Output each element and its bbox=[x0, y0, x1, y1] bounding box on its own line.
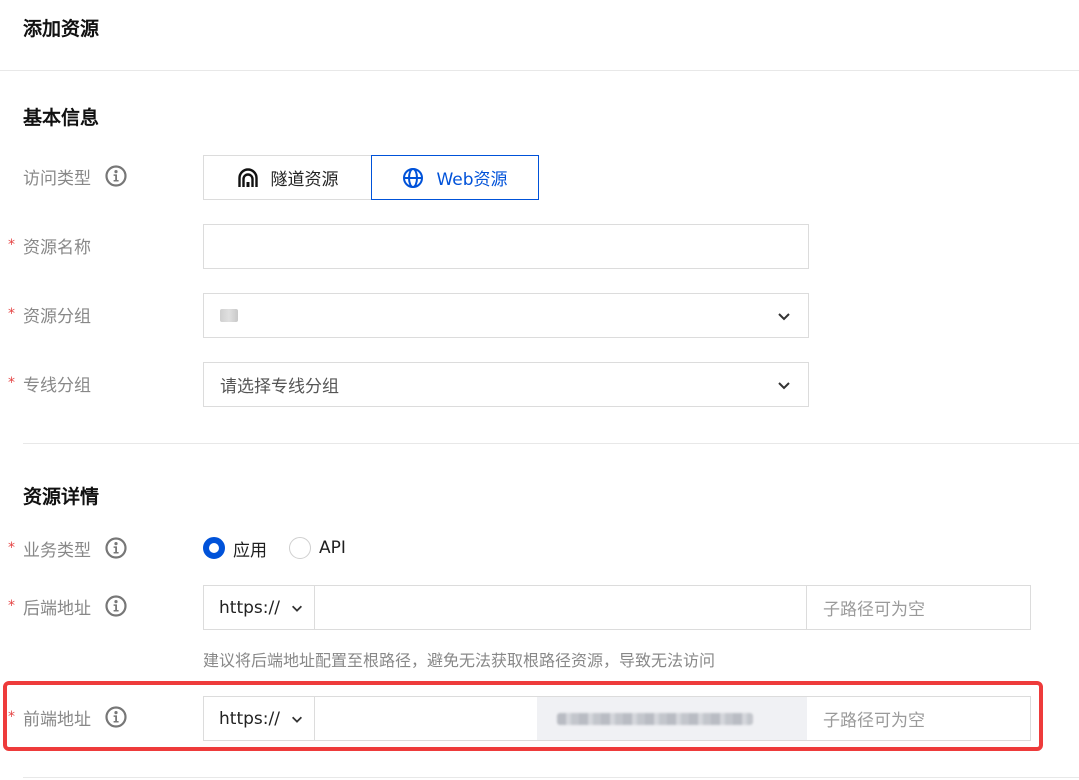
resource-name-input[interactable] bbox=[203, 224, 809, 269]
chevron-down-icon bbox=[778, 313, 790, 321]
info-icon[interactable] bbox=[105, 165, 127, 187]
business-type-app-radio[interactable]: 应用 bbox=[203, 536, 267, 561]
required-mark: * bbox=[8, 598, 15, 614]
frontend-protocol-select[interactable]: https:// bbox=[204, 697, 315, 740]
business-type-api-label: API bbox=[319, 538, 346, 558]
business-type-app-label: 应用 bbox=[233, 540, 267, 561]
required-mark: * bbox=[8, 306, 15, 322]
frontend-protocol-value: https:// bbox=[219, 708, 280, 729]
business-type-api-radio[interactable]: API bbox=[289, 537, 346, 559]
info-icon[interactable] bbox=[105, 706, 127, 728]
backend-hint: 建议将后端地址配置至根路径，避免无法获取根路径资源，导致无法访问 bbox=[203, 651, 716, 670]
line-group-label: 专线分组 bbox=[23, 375, 91, 396]
chevron-down-icon bbox=[291, 716, 302, 723]
required-mark: * bbox=[8, 237, 15, 253]
section-divider bbox=[23, 777, 1079, 778]
required-mark: * bbox=[8, 709, 15, 725]
business-type-label-row: * 业务类型 bbox=[8, 536, 127, 561]
backend-protocol-value: https:// bbox=[219, 597, 280, 618]
access-type-segmented: 隧道资源 Web资源 bbox=[203, 155, 539, 200]
info-icon[interactable] bbox=[105, 595, 127, 617]
radio-unchecked-icon bbox=[289, 537, 311, 559]
radio-checked-icon bbox=[203, 537, 225, 559]
access-type-label-row: 访问类型 bbox=[8, 164, 127, 189]
header-divider bbox=[0, 70, 1079, 71]
frontend-path-input[interactable]: 子路径可为空 bbox=[807, 697, 1030, 740]
section-title-details: 资源详情 bbox=[23, 486, 100, 508]
required-mark: * bbox=[8, 375, 15, 391]
backend-label-row: * 后端地址 bbox=[8, 594, 127, 619]
business-type-label: 业务类型 bbox=[23, 540, 91, 561]
frontend-label-row: * 前端地址 bbox=[8, 705, 127, 730]
globe-icon bbox=[403, 167, 424, 188]
redacted-value bbox=[220, 309, 238, 322]
line-group-select[interactable]: 请选择专线分组 bbox=[203, 362, 809, 407]
backend-address-group: https:// 子路径可为空 bbox=[203, 585, 1031, 630]
access-type-tunnel-button[interactable]: 隧道资源 bbox=[203, 155, 371, 200]
backend-label: 后端地址 bbox=[23, 598, 91, 619]
frontend-path-placeholder: 子路径可为空 bbox=[823, 711, 925, 731]
resource-group-label: 资源分组 bbox=[23, 306, 91, 327]
section-divider bbox=[23, 443, 1079, 444]
chevron-down-icon bbox=[291, 605, 302, 612]
chevron-down-icon bbox=[778, 382, 790, 390]
line-group-placeholder: 请选择专线分组 bbox=[220, 377, 339, 397]
access-type-web-label: Web资源 bbox=[436, 170, 508, 190]
access-type-web-button[interactable]: Web资源 bbox=[371, 155, 539, 200]
backend-path-placeholder: 子路径可为空 bbox=[823, 600, 925, 620]
business-type-radio-group: 应用 API bbox=[203, 536, 346, 561]
redacted-domain bbox=[557, 712, 753, 725]
resource-name-label: 资源名称 bbox=[23, 237, 91, 258]
backend-protocol-select[interactable]: https:// bbox=[204, 586, 315, 629]
frontend-host-suffix bbox=[537, 697, 807, 740]
frontend-label: 前端地址 bbox=[23, 709, 91, 730]
resource-group-label-row: * 资源分组 bbox=[8, 302, 91, 327]
required-mark: * bbox=[8, 540, 15, 556]
page-title: 添加资源 bbox=[23, 18, 100, 40]
backend-host-input[interactable] bbox=[315, 586, 807, 629]
section-title-basic: 基本信息 bbox=[23, 107, 100, 129]
line-group-label-row: * 专线分组 bbox=[8, 371, 91, 396]
resource-group-select[interactable] bbox=[203, 293, 809, 338]
tunnel-icon bbox=[237, 167, 258, 187]
info-icon[interactable] bbox=[105, 537, 127, 559]
access-type-label: 访问类型 bbox=[23, 168, 91, 189]
frontend-address-group: https:// 子路径可为空 bbox=[203, 696, 1031, 741]
resource-name-label-row: * 资源名称 bbox=[8, 233, 91, 258]
backend-path-input[interactable]: 子路径可为空 bbox=[807, 586, 1030, 629]
access-type-tunnel-label: 隧道资源 bbox=[270, 170, 339, 190]
frontend-host-input[interactable] bbox=[315, 697, 807, 740]
